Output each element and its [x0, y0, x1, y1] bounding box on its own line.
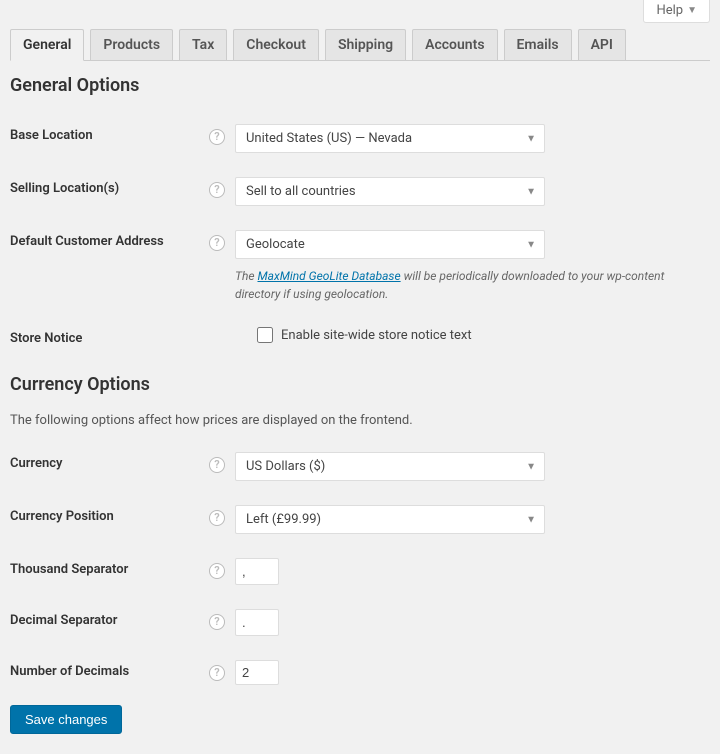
general-options-heading: General Options: [10, 75, 710, 96]
tab-accounts[interactable]: Accounts: [412, 29, 497, 60]
save-changes-button[interactable]: Save changes: [10, 705, 122, 734]
currency-options-table: Currency ? US Dollars ($) ▼ Currency Pos…: [10, 442, 710, 699]
currency-position-select[interactable]: Left (£99.99) ▼: [235, 505, 545, 534]
tab-emails[interactable]: Emails: [504, 29, 572, 60]
chevron-down-icon: ▼: [526, 514, 536, 525]
currency-label: Currency: [10, 456, 62, 471]
general-options-table: Base Location ? United States (US) — Nev…: [10, 114, 710, 360]
store-notice-checkbox[interactable]: [257, 327, 273, 343]
help-icon[interactable]: ?: [209, 129, 225, 145]
decimal-separator-input[interactable]: [235, 609, 279, 636]
tab-products[interactable]: Products: [90, 29, 173, 60]
help-icon[interactable]: ?: [209, 614, 225, 630]
base-location-value: United States (US) — Nevada: [246, 131, 412, 146]
chevron-down-icon: ▼: [687, 5, 697, 16]
thousand-separator-label: Thousand Separator: [10, 562, 128, 577]
default-customer-address-select[interactable]: Geolocate ▼: [235, 230, 545, 259]
tab-tax[interactable]: Tax: [179, 29, 227, 60]
selling-locations-value: Sell to all countries: [246, 184, 356, 199]
base-location-select[interactable]: United States (US) — Nevada ▼: [235, 124, 545, 153]
store-notice-label: Store Notice: [10, 331, 82, 346]
help-icon[interactable]: ?: [209, 182, 225, 198]
decimal-separator-label: Decimal Separator: [10, 613, 117, 628]
help-icon[interactable]: ?: [209, 235, 225, 251]
currency-position-value: Left (£99.99): [246, 512, 321, 527]
help-icon[interactable]: ?: [209, 510, 225, 526]
num-decimals-label: Number of Decimals: [10, 664, 129, 679]
default-customer-address-value: Geolocate: [246, 237, 305, 252]
help-tab[interactable]: Help ▼: [643, 0, 710, 23]
tab-general[interactable]: General: [10, 29, 84, 61]
tab-checkout[interactable]: Checkout: [233, 29, 319, 60]
help-icon[interactable]: ?: [209, 563, 225, 579]
currency-value: US Dollars ($): [246, 459, 325, 474]
help-icon[interactable]: ?: [209, 457, 225, 473]
chevron-down-icon: ▼: [526, 461, 536, 472]
currency-position-label: Currency Position: [10, 509, 114, 524]
selling-locations-label: Selling Location(s): [10, 181, 119, 196]
settings-tabs: GeneralProductsTaxCheckoutShippingAccoun…: [10, 23, 710, 61]
currency-select[interactable]: US Dollars ($) ▼: [235, 452, 545, 481]
help-icon[interactable]: ?: [209, 665, 225, 681]
tab-shipping[interactable]: Shipping: [325, 29, 406, 60]
thousand-separator-input[interactable]: [235, 558, 279, 585]
currency-options-heading: Currency Options: [10, 374, 710, 395]
tab-api[interactable]: API: [578, 29, 626, 60]
chevron-down-icon: ▼: [526, 239, 536, 250]
currency-options-desc: The following options affect how prices …: [10, 413, 710, 428]
store-notice-checkbox-label: Enable site-wide store notice text: [281, 328, 472, 343]
maxmind-link[interactable]: MaxMind GeoLite Database: [257, 269, 400, 283]
geolocate-note: The MaxMind GeoLite Database will be per…: [235, 267, 710, 303]
help-tab-label: Help: [656, 3, 683, 18]
base-location-label: Base Location: [10, 128, 93, 143]
default-customer-address-label: Default Customer Address: [10, 234, 164, 249]
chevron-down-icon: ▼: [526, 186, 536, 197]
chevron-down-icon: ▼: [526, 133, 536, 144]
num-decimals-input[interactable]: [235, 660, 279, 685]
selling-locations-select[interactable]: Sell to all countries ▼: [235, 177, 545, 206]
